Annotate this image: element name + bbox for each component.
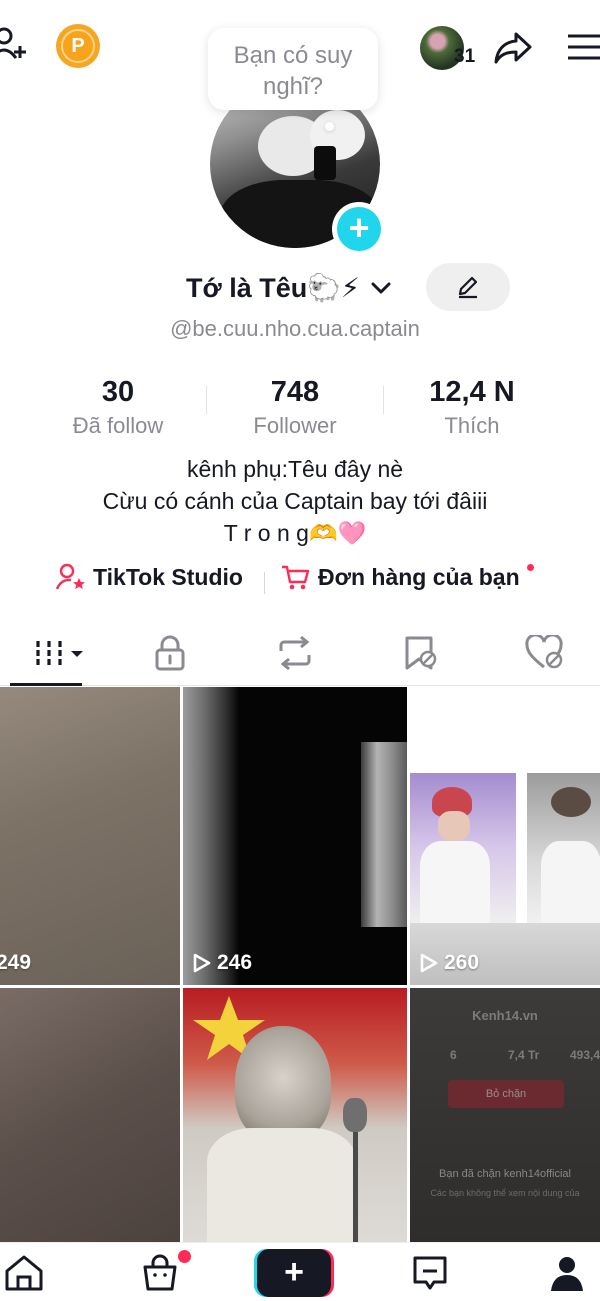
orders-label: Đơn hàng của bạn [318,563,520,590]
view-count: 246 [193,951,252,975]
bio-line: Cừu có cánh của Captain bay tới đâiii [102,488,488,514]
shop-icon [143,1254,177,1290]
tiktok-studio-link[interactable]: TikTok Studio [55,562,243,592]
coin-label: P [61,29,95,63]
create-button[interactable]: + [254,1248,334,1297]
microphone-icon [343,1098,367,1132]
inbox-icon [413,1256,447,1289]
tile-stat: 7,4 Tr [508,1048,540,1062]
menu-icon[interactable] [566,30,600,64]
friends-count: 31 [454,46,476,67]
video-tile[interactable] [0,988,180,1242]
profile-name: Tớ là Têu🐑⚡ [186,273,360,303]
tab-reposts[interactable] [235,620,355,686]
bottom-nav: + [0,1242,600,1301]
view-count: 260 [420,951,479,975]
tile-title: Kenh14.vn [472,1008,538,1023]
nav-create[interactable]: + [237,1243,357,1301]
tab-videos[interactable] [0,620,120,686]
nav-profile[interactable] [507,1243,600,1301]
coin-icon[interactable]: P [56,24,100,68]
shop-notification-dot [178,1250,191,1263]
bio-line: kênh phụ:Têu đây nè [186,456,404,482]
stat-value: 748 [270,376,320,408]
bio-line: T r o n g🫶🩷 [223,520,367,546]
content-tabs [0,620,600,686]
video-tile[interactable]: 249 [0,687,180,985]
name-row[interactable]: Tớ là Têu🐑⚡ [186,266,392,310]
nav-home[interactable] [0,1243,84,1301]
stat-label: Đã follow [72,413,164,438]
plus-icon: + [257,1248,331,1297]
tile-blocked-text: Bạn đã chặn kenh14official [439,1168,571,1180]
stat-followers[interactable]: 748 Follower [205,376,385,439]
add-story-button[interactable]: + [332,202,386,256]
video-tile[interactable]: Kenh14.vn 6 7,4 Tr 493,4 Bỏ chặn Bạn đã … [410,988,600,1242]
grid-icon [36,641,83,665]
lock-icon [155,635,185,671]
notification-dot [527,564,534,571]
tab-liked[interactable] [485,620,600,686]
home-icon [5,1255,43,1290]
stat-label: Follower [253,413,337,438]
nav-shop[interactable] [100,1243,220,1301]
chevron-down-icon [371,282,391,294]
orders-link[interactable]: Đơn hàng của bạn [280,562,520,592]
tile-stat: 493,4 [570,1048,600,1062]
pencil-icon [458,276,478,299]
bubble-dot [325,122,334,131]
bookmark-icon [405,636,437,670]
view-count: 249 [0,951,32,974]
profile-icon [551,1256,583,1291]
video-tile[interactable]: 260 [410,687,600,985]
play-icon [193,953,211,973]
stat-likes[interactable]: 12,4 N Thích [382,376,562,439]
video-tile[interactable]: 246 [183,687,407,985]
play-icon [420,953,438,973]
thought-bubble[interactable]: Bạn có suy nghĩ? [208,28,378,110]
profile-handle: @be.cuu.nho.cua.captain [170,316,420,341]
plus-icon: + [337,207,381,251]
nav-inbox[interactable] [370,1243,490,1301]
studio-user-icon [55,563,85,590]
edit-profile-button[interactable] [426,263,510,311]
share-icon[interactable] [492,26,534,68]
stat-value: 30 [101,376,135,408]
repost-icon [279,635,311,671]
tab-favorites[interactable] [360,620,480,686]
stat-following[interactable]: 30 Đã follow [28,376,208,439]
cart-icon [282,565,310,590]
stat-label: Thích [444,413,500,438]
tab-private[interactable] [110,620,230,686]
tile-sub-text: Các bạn không thể xem nội dung của [430,1188,580,1198]
tile-button: Bỏ chặn [448,1080,564,1108]
heart-icon [525,635,563,669]
stat-value: 12,4 N [429,376,515,408]
active-tab-indicator [10,683,82,686]
add-friend-icon[interactable] [0,24,30,66]
tile-stat: 6 [450,1048,457,1062]
link-divider [264,572,265,594]
studio-label: TikTok Studio [93,563,243,590]
video-tile[interactable] [183,988,407,1242]
